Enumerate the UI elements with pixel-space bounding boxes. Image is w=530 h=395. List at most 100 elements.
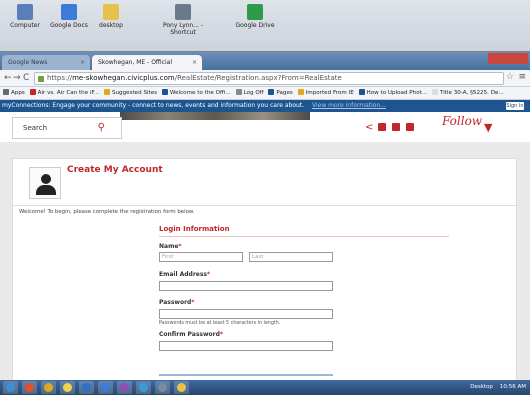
- bookmark-item[interactable]: How to Upload Phot...: [358, 87, 427, 99]
- taskbar-app[interactable]: [22, 381, 37, 394]
- taskbar-app[interactable]: [174, 381, 189, 394]
- apps-icon: [3, 89, 9, 95]
- follow-label: Follow: [442, 114, 483, 128]
- user-avatar-icon: [29, 167, 61, 199]
- last-name-field[interactable]: Last: [249, 252, 333, 262]
- taskbar-app[interactable]: [79, 381, 94, 394]
- search-icon[interactable]: ⚲: [98, 118, 105, 138]
- share-icon[interactable]: <: [365, 122, 373, 133]
- app-icon: [82, 383, 91, 392]
- windows-icon: [6, 383, 15, 392]
- desktop-area: Computer Google Docs desktop Pony Lynn..…: [0, 0, 530, 52]
- app-icon: [63, 383, 72, 392]
- ie-icon: [139, 383, 148, 392]
- account-panel: Create My Account Welcome! To begin, ple…: [12, 158, 518, 380]
- twitter-icon[interactable]: ▼: [484, 121, 492, 134]
- shortcut-icon: [175, 4, 191, 20]
- confirm-password-label: Confirm Password*: [159, 331, 224, 338]
- notify-icon[interactable]: [378, 123, 386, 131]
- bookmark-icon: [358, 89, 365, 95]
- bookmark-item[interactable]: Suggested Sites: [103, 87, 157, 99]
- search-box[interactable]: Search ⚲: [12, 117, 122, 139]
- bookmark-item[interactable]: Imported From IE: [297, 87, 354, 99]
- clock[interactable]: 10:56 AM: [500, 384, 526, 390]
- sign-in-button[interactable]: Sign In: [506, 102, 524, 110]
- taskbar: Desktop 10:56 AM: [0, 380, 530, 395]
- bookmark-item[interactable]: Air vs. Air Can the iF...: [29, 87, 99, 99]
- close-tab-icon[interactable]: ×: [80, 55, 85, 70]
- folder-icon: [103, 4, 119, 20]
- form-divider: [159, 374, 333, 376]
- back-button[interactable]: ←: [4, 73, 12, 84]
- password-field[interactable]: [159, 309, 333, 319]
- folder-icon: [177, 383, 186, 392]
- web-page: myConnections: Engage your community - c…: [0, 100, 530, 380]
- password-hint: Passwords must be at least 5 characters …: [159, 321, 281, 326]
- menu-icon[interactable]: ≡: [518, 72, 526, 82]
- first-name-field[interactable]: First: [159, 252, 243, 262]
- bookmark-icon: [29, 89, 36, 95]
- address-bar-row: ← → C https://me-skowhegan.civicplus.com…: [0, 70, 530, 87]
- password-label: Password*: [159, 299, 195, 306]
- bookmark-item[interactable]: Title 30-A, §5225. De...: [431, 87, 504, 99]
- app-icon: [101, 383, 110, 392]
- folder-icon: [297, 89, 304, 95]
- start-button[interactable]: [3, 381, 18, 394]
- tab-strip: Google News × Skowhegan, ME - Official ×: [0, 52, 530, 70]
- reload-button[interactable]: C: [23, 73, 29, 84]
- tab-google-news[interactable]: Google News ×: [2, 55, 90, 70]
- chrome-icon: [25, 383, 34, 392]
- bookmark-item[interactable]: Pages: [268, 87, 293, 99]
- shortcut-desktop-icon[interactable]: Pony Lynn... - Shortcut: [160, 4, 206, 36]
- header-photo: [120, 112, 310, 120]
- drive-icon: [247, 4, 263, 20]
- site-header: Search ⚲ < Follow ▼: [0, 112, 530, 142]
- bookmark-item[interactable]: Apps: [3, 87, 25, 99]
- email-icon[interactable]: [392, 123, 400, 131]
- bookmark-icon: [161, 89, 168, 95]
- bookmark-icon: [235, 89, 242, 95]
- bookmark-icon: [268, 89, 275, 95]
- print-icon[interactable]: [406, 123, 414, 131]
- bookmarks-bar: Apps Air vs. Air Can the iF... Suggested…: [0, 87, 530, 100]
- confirm-password-field[interactable]: [159, 341, 333, 351]
- bookmark-star-icon[interactable]: ☆: [506, 72, 514, 82]
- computer-desktop-icon[interactable]: Computer: [2, 4, 48, 29]
- taskbar-app[interactable]: [98, 381, 113, 394]
- email-field[interactable]: [159, 281, 333, 291]
- desktop-toolbar-label[interactable]: Desktop: [470, 384, 493, 390]
- taskbar-app[interactable]: [117, 381, 132, 394]
- app-icon: [120, 383, 129, 392]
- section-divider: [159, 236, 449, 237]
- welcome-text: Welcome! To begin, please complete the r…: [19, 209, 195, 215]
- forward-button[interactable]: →: [13, 73, 21, 84]
- divider: [13, 205, 518, 206]
- email-label: Email Address*: [159, 271, 211, 278]
- system-tray: Desktop 10:56 AM: [470, 380, 526, 395]
- page-icon: [431, 89, 438, 95]
- taskbar-app[interactable]: [60, 381, 75, 394]
- bookmark-item[interactable]: Log Off: [235, 87, 264, 99]
- document-icon: [61, 4, 77, 20]
- desktop-folder-icon[interactable]: desktop: [88, 4, 134, 29]
- section-heading: Login Information: [159, 225, 230, 233]
- browser-window: Google News × Skowhegan, ME - Official ×…: [0, 52, 530, 380]
- url-field[interactable]: https://me-skowhegan.civicplus.com/RealE…: [34, 72, 504, 85]
- taskbar-app[interactable]: [155, 381, 170, 394]
- taskbar-app[interactable]: [41, 381, 56, 394]
- bookmark-icon: [103, 89, 110, 95]
- name-label: Name*: [159, 243, 182, 250]
- myconnections-bar: myConnections: Engage your community - c…: [0, 100, 530, 112]
- close-tab-icon[interactable]: ×: [192, 55, 197, 70]
- window-controls[interactable]: [488, 53, 528, 64]
- computer-icon: [17, 4, 33, 20]
- google-docs-desktop-icon[interactable]: Google Docs: [46, 4, 92, 29]
- app-icon: [158, 383, 167, 392]
- tab-skowhegan[interactable]: Skowhegan, ME - Official ×: [92, 55, 202, 70]
- more-info-link[interactable]: View more information...: [312, 102, 386, 109]
- google-drive-desktop-icon[interactable]: Google Drive: [232, 4, 278, 29]
- bookmark-item[interactable]: Welcome to the Offi...: [161, 87, 231, 99]
- taskbar-app[interactable]: [136, 381, 151, 394]
- page-title: Create My Account: [67, 165, 163, 175]
- lock-icon: [38, 76, 44, 82]
